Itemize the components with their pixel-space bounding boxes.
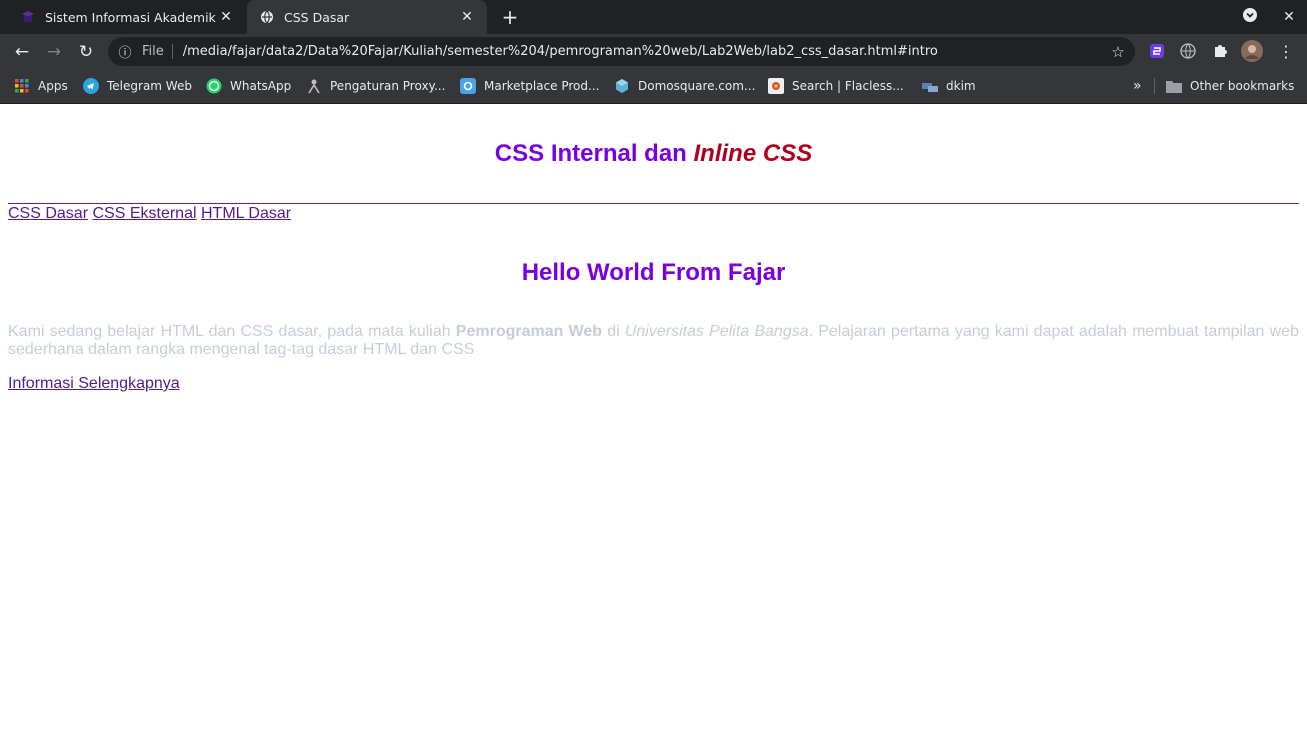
profile-avatar[interactable] xyxy=(1241,40,1263,62)
forward-arrow-icon[interactable]: → xyxy=(42,40,66,64)
bookmarks-divider xyxy=(1154,78,1155,94)
intro-text-start: Kami sedang belajar HTML dan CSS dasar, … xyxy=(8,323,451,340)
scheme-label: File xyxy=(142,44,173,59)
tab-title: Sistem Informasi Akademik xyxy=(45,9,216,25)
reload-icon[interactable]: ↻ xyxy=(74,40,98,64)
bookmark-label: Marketplace Prod... xyxy=(484,79,600,93)
extensions-puzzle-icon[interactable] xyxy=(1209,40,1231,62)
page-title-main: CSS Internal dan xyxy=(494,140,687,167)
tab-css-dasar[interactable]: CSS Dasar ✕ xyxy=(247,0,487,34)
bookmark-label: dkim xyxy=(946,79,976,93)
info-icon[interactable]: ⓘ xyxy=(108,42,142,61)
header-divider xyxy=(8,203,1299,204)
tab-search-icon[interactable] xyxy=(1240,7,1260,27)
domosquare-icon xyxy=(614,78,630,94)
new-tab-button[interactable]: + xyxy=(498,5,522,29)
bookmark-flacless[interactable]: Search | Flacless... xyxy=(768,69,904,103)
extension-purple-icon[interactable] xyxy=(1146,40,1168,62)
bookmark-whatsapp[interactable]: WhatsApp xyxy=(206,69,291,103)
bookmark-marketplace[interactable]: Marketplace Prod... xyxy=(460,69,599,103)
bookmark-domosquare[interactable]: Domosquare.com... xyxy=(614,69,755,103)
page-nav: CSS Dasar CSS Eksternal HTML Dasar xyxy=(8,205,291,223)
tab-strip: Sistem Informasi Akademik ✕ CSS Dasar ✕ … xyxy=(0,0,1307,34)
proxy-icon xyxy=(306,78,322,94)
browser-toolbar: ← → ↻ ⓘ File /media/fajar/data2/Data%20F… xyxy=(0,34,1307,69)
close-icon[interactable]: ✕ xyxy=(459,9,475,25)
menu-kebab-icon[interactable]: ⋮ xyxy=(1275,40,1297,62)
bookmark-label: WhatsApp xyxy=(230,79,292,93)
tab-title: CSS Dasar xyxy=(284,9,350,25)
bookmark-dkim[interactable]: dkim xyxy=(922,69,976,103)
tab-sistem-informasi[interactable]: Sistem Informasi Akademik ✕ xyxy=(8,0,246,34)
marketplace-icon xyxy=(460,78,476,94)
address-bar[interactable]: ⓘ File /media/fajar/data2/Data%20Fajar/K… xyxy=(108,37,1135,66)
intro-text-mid: di xyxy=(607,323,620,340)
other-bookmarks-label: Other bookmarks xyxy=(1190,79,1295,93)
course-name: Pemrograman Web xyxy=(455,323,603,340)
back-arrow-icon[interactable]: ← xyxy=(10,40,34,64)
graduation-icon xyxy=(20,9,36,25)
bookmarks-bar: Apps Telegram Web WhatsApp Pengaturan Pr… xyxy=(0,69,1307,104)
nav-link-css-eksternal[interactable]: CSS Eksternal xyxy=(92,205,196,222)
bookmark-label: Domosquare.com... xyxy=(638,79,756,93)
extension-globe-icon[interactable] xyxy=(1177,40,1199,62)
more-bookmarks-chevron-icon[interactable]: » xyxy=(1133,69,1142,103)
globe-icon xyxy=(259,9,275,25)
nav-link-html-dasar[interactable]: HTML Dasar xyxy=(201,205,291,222)
window-close-icon[interactable]: ✕ xyxy=(1279,7,1299,27)
apps-grid-icon xyxy=(14,78,30,94)
close-icon[interactable]: ✕ xyxy=(218,9,234,25)
intro-paragraph: Kami sedang belajar HTML dan CSS dasar, … xyxy=(8,323,1299,359)
bookmark-label: Apps xyxy=(38,79,68,93)
folder-icon xyxy=(1166,78,1182,94)
bookmark-telegram[interactable]: Telegram Web xyxy=(83,69,192,103)
nav-link-css-dasar[interactable]: CSS Dasar xyxy=(8,205,88,222)
dkim-icon xyxy=(922,78,938,94)
more-info-link[interactable]: Informasi Selengkapnya xyxy=(8,375,180,393)
bookmark-label: Pengaturan Proxy... xyxy=(330,79,446,93)
bookmark-proxy[interactable]: Pengaturan Proxy... xyxy=(306,69,445,103)
bookmark-label: Search | Flacless... xyxy=(792,79,904,93)
bookmark-label: Telegram Web xyxy=(107,79,192,93)
page-title-emphasis: Inline CSS xyxy=(693,140,813,167)
page-title: CSS Internal dan Inline CSS xyxy=(8,140,1299,168)
url-text[interactable]: /media/fajar/data2/Data%20Fajar/Kuliah/s… xyxy=(173,44,1101,59)
intro-heading: Hello World From Fajar xyxy=(521,259,786,286)
telegram-icon xyxy=(83,78,99,94)
search-site-icon xyxy=(768,78,784,94)
other-bookmarks-folder[interactable]: Other bookmarks xyxy=(1166,69,1294,103)
university-name: Universitas Pelita Bangsa xyxy=(624,323,809,340)
whatsapp-icon xyxy=(206,78,222,94)
star-icon[interactable]: ☆ xyxy=(1101,43,1135,61)
bookmark-apps[interactable]: Apps xyxy=(14,69,68,103)
